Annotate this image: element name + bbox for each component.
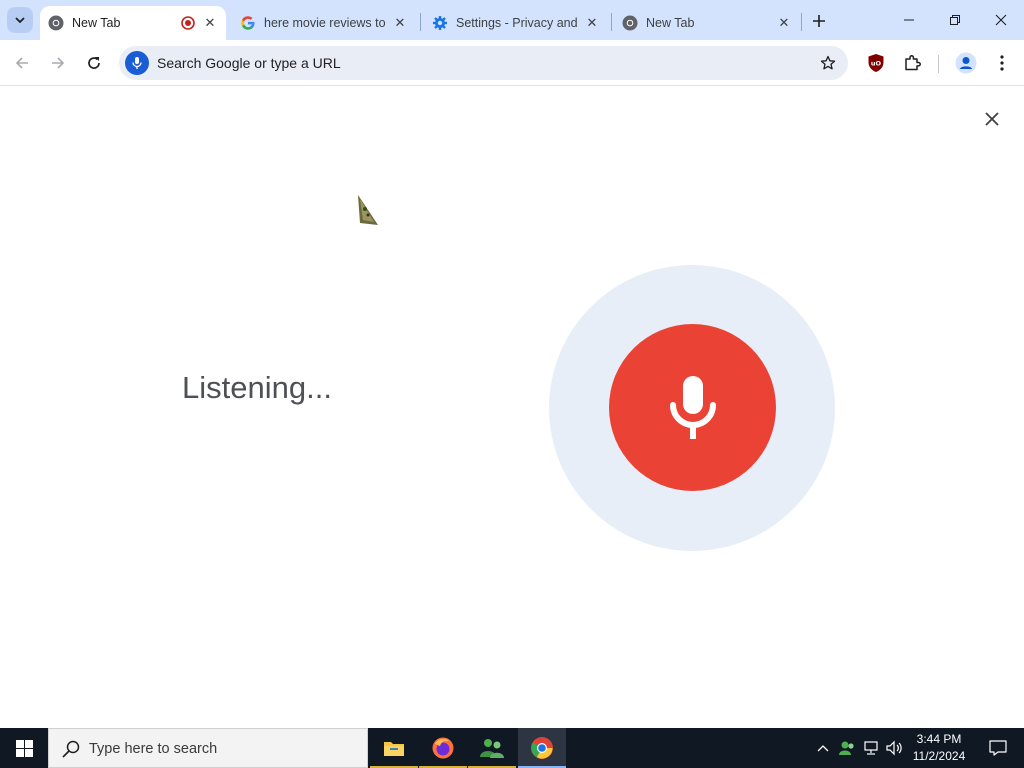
notification-icon — [989, 740, 1007, 756]
taskbar-chrome[interactable] — [518, 728, 566, 768]
clock-date: 11/2/2024 — [912, 749, 966, 763]
browser-toolbar: Search Google or type a URL uO — [0, 40, 1024, 86]
network-icon[interactable] — [861, 738, 881, 758]
tab-search-button[interactable] — [7, 7, 33, 33]
tab-movie-reviews[interactable]: here movie reviews to ✕ — [232, 6, 416, 40]
notification-center-button[interactable] — [978, 728, 1018, 768]
tab-new-tab[interactable]: New Tab ✕ — [614, 6, 800, 40]
windows-logo-icon — [15, 739, 33, 757]
tab-settings[interactable]: Settings - Privacy and ✕ — [424, 6, 608, 40]
chrome-menu-icon[interactable] — [990, 51, 1014, 75]
close-voice-search-button[interactable] — [980, 107, 1004, 131]
minimize-icon — [904, 19, 914, 21]
close-window-button[interactable] — [978, 0, 1024, 40]
toolbar-divider — [938, 55, 939, 73]
tab-close-icon[interactable]: ✕ — [390, 13, 410, 33]
start-button[interactable] — [0, 728, 48, 768]
back-button[interactable] — [8, 49, 36, 77]
reload-icon — [88, 57, 100, 69]
tab-separator — [611, 13, 612, 31]
omnibox[interactable]: Search Google or type a URL — [119, 46, 848, 80]
close-icon — [995, 14, 1007, 26]
search-icon — [62, 740, 80, 758]
close-icon — [985, 112, 999, 126]
taskbar-firefox[interactable] — [419, 728, 467, 768]
firefox-icon — [432, 737, 454, 759]
tab-close-icon[interactable]: ✕ — [200, 13, 220, 33]
settings-gear-icon — [432, 15, 448, 31]
extensions-puzzle-icon[interactable] — [900, 51, 924, 75]
tab-close-icon[interactable]: ✕ — [774, 13, 794, 33]
taskbar-file-explorer[interactable] — [370, 728, 418, 768]
bookmark-star-icon[interactable] — [818, 53, 838, 73]
tab-strip: New Tab ✕ here movie reviews to ✕ Settin… — [0, 0, 1024, 40]
listening-status-text: Listening... — [182, 370, 332, 405]
restore-icon — [950, 15, 960, 25]
show-hidden-icons-chevron-icon[interactable] — [813, 738, 833, 758]
chrome-icon — [531, 737, 553, 759]
tab-title: here movie reviews to — [264, 16, 386, 30]
taskbar-people-app[interactable] — [468, 728, 516, 768]
chrome-icon — [48, 15, 64, 31]
voice-microphone-button[interactable] — [609, 324, 776, 491]
chrome-icon — [622, 15, 638, 31]
forward-button[interactable] — [44, 49, 72, 77]
arrow-left-icon — [15, 57, 28, 69]
people-tray-icon[interactable] — [837, 738, 857, 758]
tab-title: New Tab — [646, 16, 695, 30]
people-app-icon — [480, 739, 504, 758]
plus-icon — [813, 15, 825, 27]
new-tab-button[interactable] — [806, 8, 832, 34]
svg-text:uO: uO — [871, 60, 882, 68]
voice-search-overlay: Listening... — [0, 87, 1024, 728]
recording-indicator-icon — [180, 15, 196, 31]
microphone-icon — [669, 375, 716, 439]
microphone-icon — [125, 51, 149, 75]
reload-button[interactable] — [80, 49, 108, 77]
taskbar-search-box[interactable]: Type here to search — [48, 728, 368, 768]
file-explorer-icon — [384, 742, 404, 756]
tab-separator — [801, 13, 802, 31]
system-clock[interactable]: 3:44 PM 11/2/2024 — [904, 731, 974, 765]
clock-time: 3:44 PM — [916, 732, 962, 746]
chevron-down-icon — [15, 17, 25, 24]
tab-new-tab-active[interactable]: New Tab ✕ — [40, 6, 226, 40]
restore-button[interactable] — [932, 0, 978, 40]
tab-separator — [420, 13, 421, 31]
tab-title: Settings - Privacy and — [456, 16, 578, 30]
ublock-extension-icon[interactable]: uO — [864, 51, 888, 75]
minimize-button[interactable] — [886, 0, 932, 40]
omnibox-placeholder: Search Google or type a URL — [157, 55, 341, 71]
arrow-right-icon — [52, 57, 65, 69]
tab-close-icon[interactable]: ✕ — [582, 13, 602, 33]
profile-avatar-icon[interactable] — [954, 51, 978, 75]
volume-icon[interactable] — [884, 738, 904, 758]
google-g-icon — [240, 15, 256, 31]
tab-title: New Tab — [72, 16, 121, 30]
windows-taskbar: Type here to search 3:44 PM 11/2/2024 — [0, 728, 1024, 768]
animated-cursor-icon — [358, 195, 378, 225]
taskbar-search-placeholder: Type here to search — [89, 741, 218, 757]
